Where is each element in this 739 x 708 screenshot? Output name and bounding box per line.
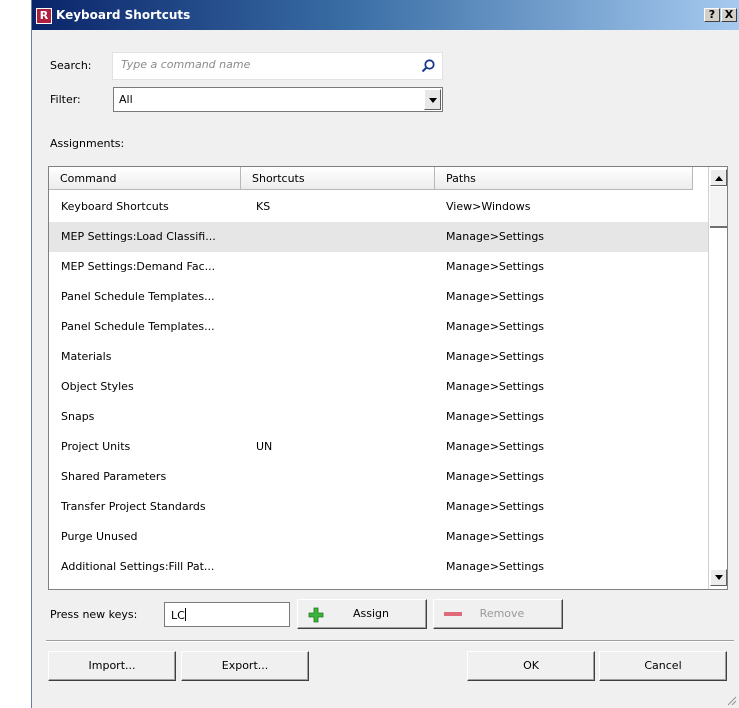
scroll-up-button[interactable]: [710, 169, 727, 186]
path-cell: Manage>Settings: [446, 530, 545, 543]
filter-dropdown-button[interactable]: [424, 89, 441, 110]
command-cell: MEP Settings:Load Classifi...: [61, 230, 216, 243]
path-cell: Manage>Settings: [446, 230, 545, 243]
table-row[interactable]: Materials Manage>Settings: [49, 342, 709, 372]
press-new-keys-input[interactable]: LC: [164, 602, 290, 627]
chevron-down-icon: [715, 575, 723, 580]
column-header-paths[interactable]: Paths: [435, 167, 693, 190]
command-cell: Panel Schedule Templates...: [61, 320, 215, 333]
search-icon[interactable]: [420, 58, 436, 74]
path-cell: Manage>Settings: [446, 320, 545, 333]
window-title: Keyboard Shortcuts: [56, 8, 191, 22]
path-cell: View>Windows: [446, 200, 531, 213]
command-cell: Object Styles: [61, 380, 134, 393]
ok-button[interactable]: OK: [467, 651, 595, 681]
help-button[interactable]: ?: [704, 8, 720, 22]
table-row[interactable]: Panel Schedule Templates... Manage>Setti…: [49, 312, 709, 342]
table-row[interactable]: Purge Unused Manage>Settings: [49, 522, 709, 552]
scroll-down-button[interactable]: [710, 569, 727, 586]
keyboard-shortcuts-dialog: R Keyboard Shortcuts ? X Search: Type a …: [31, 0, 739, 708]
minus-icon: [444, 612, 462, 616]
table-row[interactable]: Shared Parameters Manage>Settings: [49, 462, 709, 492]
path-cell: Manage>Settings: [446, 500, 545, 513]
search-placeholder: Type a command name: [121, 58, 251, 71]
command-cell: Keyboard Shortcuts: [61, 200, 169, 213]
command-cell: Panel Schedule Templates...: [61, 290, 215, 303]
search-label: Search:: [50, 59, 92, 72]
filter-value: All: [119, 93, 133, 106]
export-button[interactable]: Export...: [181, 651, 309, 681]
command-cell: Materials: [61, 350, 112, 363]
shortcut-cell: UN: [256, 440, 273, 453]
table-row[interactable]: Object Styles Manage>Settings: [49, 372, 709, 402]
command-cell: Snaps: [61, 410, 95, 423]
table-row[interactable]: Panel Schedule Templates... Manage>Setti…: [49, 282, 709, 312]
command-cell: Transfer Project Standards: [61, 500, 206, 513]
resize-grip-icon[interactable]: [727, 696, 737, 706]
assign-button[interactable]: Assign: [297, 599, 427, 629]
cancel-button[interactable]: Cancel: [599, 651, 727, 681]
column-header-shortcuts[interactable]: Shortcuts: [241, 167, 435, 190]
chevron-up-icon: [715, 176, 723, 181]
path-cell: Manage>Settings: [446, 410, 545, 423]
remove-button[interactable]: Remove: [433, 599, 563, 629]
assignments-label: Assignments:: [50, 137, 125, 150]
scroll-thumb[interactable]: [710, 187, 727, 228]
table-row[interactable]: MEP Settings:Demand Fac... Manage>Settin…: [49, 252, 709, 282]
table-row[interactable]: Snaps Manage>Settings: [49, 402, 709, 432]
table-header: Command Shortcuts Paths: [49, 167, 693, 190]
table-vertical-scrollbar[interactable]: [708, 167, 727, 589]
app-icon: R: [36, 8, 52, 24]
search-input[interactable]: Type a command name: [112, 52, 443, 80]
remove-label: Remove: [479, 607, 525, 620]
import-button[interactable]: Import...: [48, 651, 176, 681]
command-cell: MEP Settings:Demand Fac...: [61, 260, 216, 273]
plus-icon: [308, 607, 324, 623]
path-cell: Manage>Settings: [446, 560, 545, 573]
command-cell: Additional Settings:Fill Pat...: [61, 560, 215, 573]
column-header-command[interactable]: Command: [49, 167, 241, 190]
press-new-keys-label: Press new keys:: [50, 608, 138, 621]
table-row[interactable]: Project Units UN Manage>Settings: [49, 432, 709, 462]
path-cell: Manage>Settings: [446, 470, 545, 483]
path-cell: Manage>Settings: [446, 260, 545, 273]
chevron-down-icon: [429, 98, 437, 103]
command-cell: Shared Parameters: [61, 470, 167, 483]
table-row[interactable]: Transfer Project Standards Manage>Settin…: [49, 492, 709, 522]
title-bar[interactable]: R Keyboard Shortcuts ? X: [32, 0, 739, 30]
path-cell: Manage>Settings: [446, 380, 545, 393]
filter-select[interactable]: All: [113, 87, 443, 112]
filter-label: Filter:: [50, 93, 81, 106]
assignments-table[interactable]: Command Shortcuts Paths Keyboard Shortcu…: [48, 166, 728, 590]
close-button[interactable]: X: [721, 8, 737, 22]
table-row[interactable]: Additional Settings:Fill Pat... Manage>S…: [49, 552, 709, 582]
command-cell: Project Units: [61, 440, 131, 453]
text-caret: [184, 608, 186, 621]
command-cell: Purge Unused: [61, 530, 138, 543]
separator: [46, 640, 734, 642]
path-cell: Manage>Settings: [446, 290, 545, 303]
press-new-keys-value: LC: [171, 608, 186, 622]
path-cell: Manage>Settings: [446, 350, 545, 363]
assign-label: Assign: [353, 607, 389, 620]
shortcut-cell: KS: [256, 200, 271, 213]
table-row[interactable]: Keyboard Shortcuts KS View>Windows: [49, 192, 709, 222]
path-cell: Manage>Settings: [446, 440, 545, 453]
table-row-selected[interactable]: MEP Settings:Load Classifi... Manage>Set…: [49, 222, 709, 252]
